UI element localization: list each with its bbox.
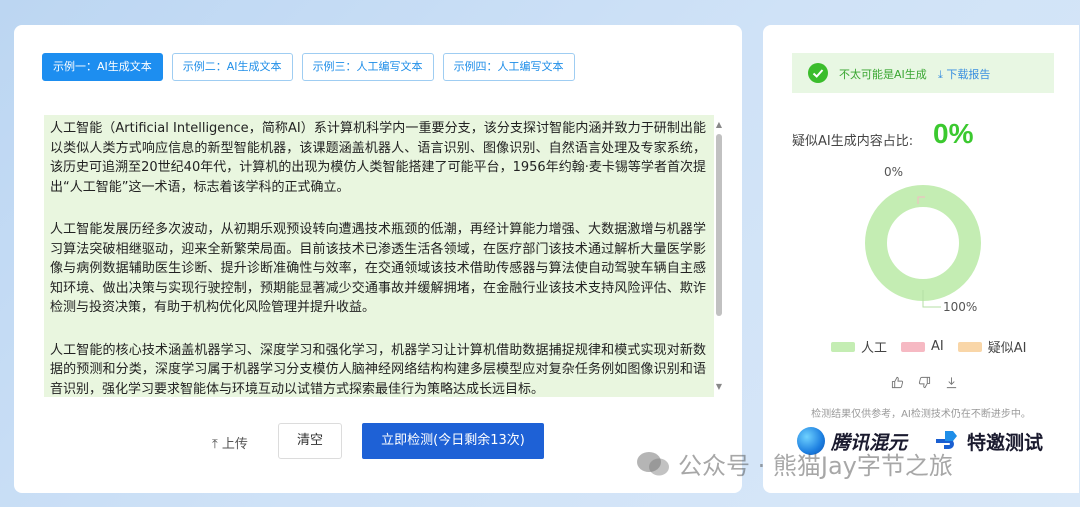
legend-item-human[interactable]: 人工 [831, 337, 887, 356]
result-status-bar: 不太可能是AI生成 ⤓ 下载报告 [792, 53, 1054, 93]
result-panel: 不太可能是AI生成 ⤓ 下载报告 疑似AI生成内容占比: 0% 0% 100% … [763, 25, 1079, 493]
donut-chart: 0% 100% [763, 157, 1079, 332]
legend-label-ai: AI [931, 339, 944, 354]
download-icon: ⤓ [938, 68, 943, 81]
detect-button[interactable]: 立即检测(今日剩余13次) [362, 423, 544, 459]
download-report-link[interactable]: ⤓ 下载报告 [938, 66, 990, 82]
upload-button[interactable]: ⤒ 上传 [212, 433, 248, 452]
tab-example-2[interactable]: 示例二：AI生成文本 [171, 53, 293, 81]
legend-label-suspected-ai: 疑似AI [987, 341, 1027, 356]
action-bar: ⤒ 上传 清空 立即检测(今日剩余13次) [14, 423, 742, 463]
download-label: 下载报告 [946, 68, 991, 81]
upload-icon: ⤒ [212, 437, 218, 452]
upload-label: 上传 [221, 437, 248, 452]
scroll-up-icon[interactable]: ▲ [714, 120, 724, 130]
text-paragraph-3: 人工智能的核心技术涵盖机器学习、深度学习和强化学习，机器学习让计算机借助数据捕捉… [50, 342, 706, 397]
tab-example-3[interactable]: 示例三：人工编写文本 [301, 53, 434, 81]
thumbs-up-icon[interactable] [891, 376, 904, 392]
tab-example-4[interactable]: 示例四：人工编写文本 [442, 53, 575, 81]
legend-item-suspected-ai[interactable]: 疑似AI [957, 337, 1027, 356]
legend-swatch-suspected-ai [957, 341, 982, 352]
legend-swatch-human [831, 341, 855, 352]
scroll-thumb[interactable] [716, 134, 722, 316]
clear-button[interactable]: 清空 [278, 423, 342, 459]
ai-ratio-label: 疑似AI生成内容占比: [792, 134, 914, 149]
donut-slice-human [865, 185, 981, 301]
example-tabs: 示例一：AI生成文本 示例二：AI生成文本 示例三：人工编写文本 示例四：人工编… [42, 53, 575, 81]
ai-ratio-value: 0% [933, 118, 974, 149]
text-input-area[interactable]: 人工智能（Artificial Intelligence，简称AI）系计算机科学… [44, 115, 714, 397]
legend-swatch-ai [901, 341, 926, 352]
text-paragraph-1: 人工智能（Artificial Intelligence，简称AI）系计算机科学… [50, 121, 706, 195]
disclaimer-text: 检测结果仅供参考，AI检测技术仍在不断进步中。 [811, 409, 1031, 420]
result-status-text: 不太可能是AI生成 [839, 68, 927, 81]
donut-label-bottom: 100% [943, 300, 978, 314]
wechat-icon [637, 451, 669, 475]
download-result-icon[interactable] [945, 376, 958, 392]
chart-legend: 人工 AI 疑似AI [831, 337, 1026, 356]
check-circle-icon [808, 63, 828, 83]
watermark-text: 公众号 · 熊猫Jay字节之旅 [678, 452, 953, 480]
thumbs-down-icon[interactable] [918, 376, 931, 392]
text-scrollbar[interactable]: ▲ ▼ [714, 120, 724, 392]
donut-label-top: 0% [884, 165, 904, 179]
input-panel: 示例一：AI生成文本 示例二：AI生成文本 示例三：人工编写文本 示例四：人工编… [14, 25, 742, 493]
scroll-down-icon[interactable]: ▼ [714, 382, 724, 392]
special-test-brand-text: 特邀测试 [967, 431, 1044, 454]
feedback-icons [891, 376, 958, 392]
text-paragraph-2: 人工智能发展历经多次波动，从初期乐观预设转向遭遇技术瓶颈的低潮，再经计算能力增强… [50, 222, 706, 315]
legend-label-human: 人工 [861, 341, 888, 356]
tab-example-1[interactable]: 示例一：AI生成文本 [42, 53, 163, 81]
wechat-watermark: 公众号 · 熊猫Jay字节之旅 [636, 446, 953, 481]
legend-item-ai[interactable]: AI [901, 337, 944, 356]
